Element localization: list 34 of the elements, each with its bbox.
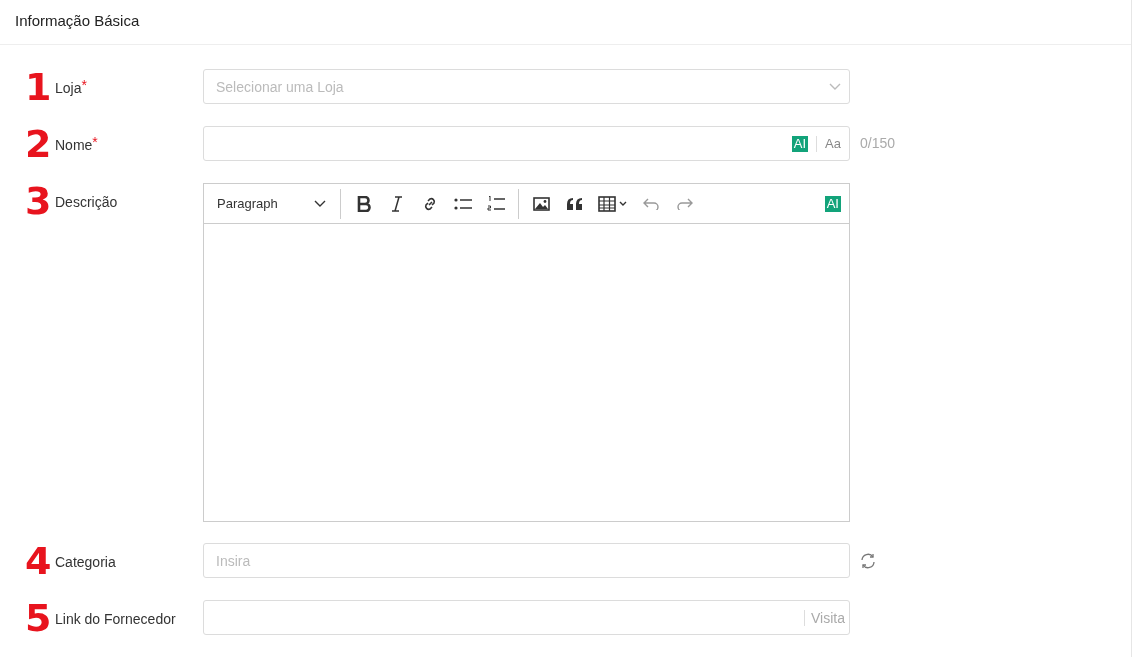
field-label: Loja xyxy=(55,79,82,96)
bulleted-list-icon[interactable] xyxy=(453,196,472,211)
required-asterisk: * xyxy=(92,134,98,150)
step-number: 2 xyxy=(25,126,51,162)
required-asterisk: * xyxy=(81,77,87,93)
italic-icon[interactable] xyxy=(390,195,403,212)
image-icon[interactable] xyxy=(533,196,550,211)
table-icon[interactable] xyxy=(598,195,628,212)
name-input-field[interactable]: AI Aa xyxy=(203,126,850,161)
step-number: 4 xyxy=(25,543,51,579)
ai-badge[interactable]: AI xyxy=(824,195,841,212)
quote-icon[interactable] xyxy=(566,197,583,210)
refresh-icon[interactable] xyxy=(860,552,876,569)
caret-icon xyxy=(314,199,326,208)
text-case-button[interactable]: Aa xyxy=(825,136,841,151)
store-select[interactable]: Selecionar uma Loja xyxy=(203,69,850,104)
step-number: 1 xyxy=(25,69,51,105)
step-number: 5 xyxy=(25,600,51,636)
visit-link[interactable]: Visita xyxy=(811,609,845,626)
step-number: 3 xyxy=(25,183,51,219)
ai-badge[interactable]: AI xyxy=(791,135,809,152)
field-label: Categoria xyxy=(55,553,116,570)
character-counter: 0/150 xyxy=(860,134,896,153)
section-title: Informação Básica xyxy=(0,0,1131,45)
category-input-field[interactable]: Insira xyxy=(203,543,850,578)
undo-icon[interactable] xyxy=(643,197,660,210)
numbered-list-icon[interactable] xyxy=(486,195,505,212)
paragraph-style-dropdown[interactable]: Paragraph xyxy=(209,196,334,211)
supplier-link-field[interactable]: Visita xyxy=(203,600,850,635)
bold-icon[interactable] xyxy=(356,195,371,212)
redo-icon[interactable] xyxy=(676,197,693,210)
field-label: Nome xyxy=(55,136,93,153)
field-label: Link do Fornecedor xyxy=(55,610,176,627)
field-label: Descrição xyxy=(55,193,118,210)
